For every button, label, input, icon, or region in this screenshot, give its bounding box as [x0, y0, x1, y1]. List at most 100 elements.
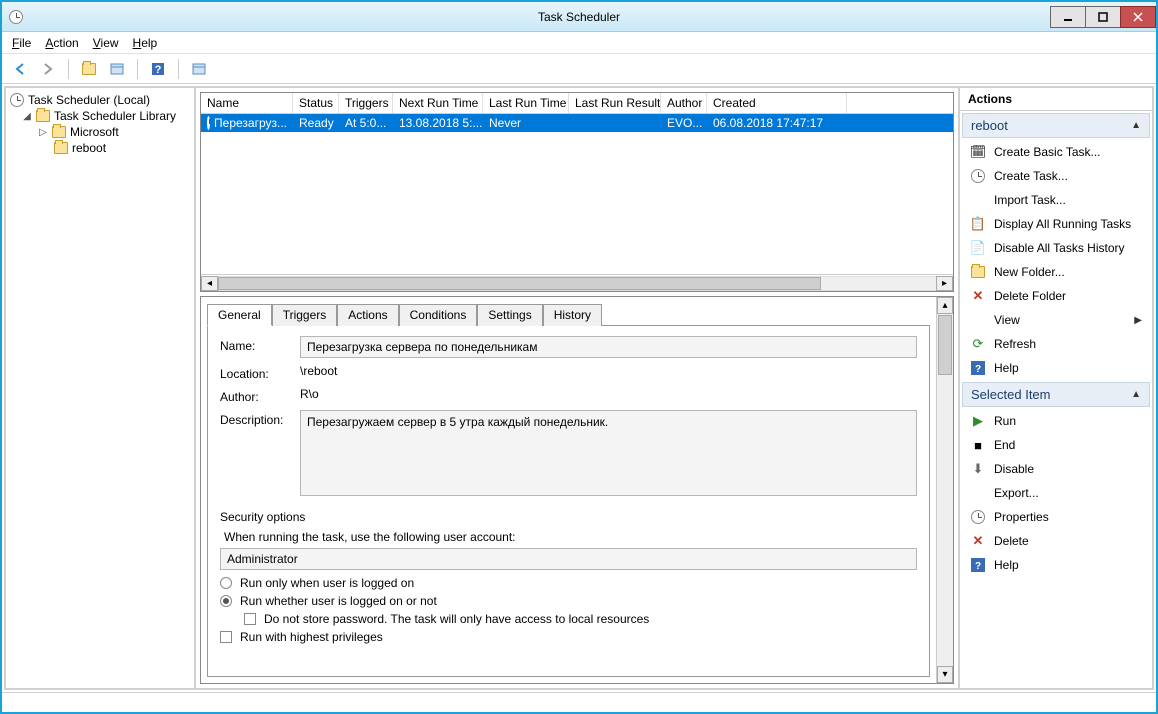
menu-action[interactable]: Action	[45, 36, 78, 50]
security-account-label: When running the task, use the following…	[224, 530, 917, 544]
scroll-left-icon[interactable]: ◂	[201, 276, 218, 291]
action-disable-history[interactable]: 📄Disable All Tasks History	[960, 236, 1152, 260]
scroll-track[interactable]	[937, 314, 953, 666]
highest-privileges-label: Run with highest privileges	[240, 630, 383, 644]
tab-conditions[interactable]: Conditions	[399, 304, 478, 326]
center-panel: Name Status Triggers Next Run Time Last …	[196, 88, 960, 688]
actions-section-selected[interactable]: Selected Item ▲	[962, 382, 1150, 407]
scroll-down-icon[interactable]: ▾	[937, 666, 953, 683]
tab-actions[interactable]: Actions	[337, 304, 398, 326]
action-help2[interactable]: ?Help	[960, 553, 1152, 577]
check-highest-privileges[interactable]: Run with highest privileges	[220, 630, 917, 644]
menu-view[interactable]: View	[93, 36, 119, 50]
tab-history[interactable]: History	[543, 304, 602, 326]
col-author[interactable]: Author	[661, 93, 707, 113]
task-row[interactable]: Перезагруз... Ready At 5:0... 13.08.2018…	[201, 114, 953, 132]
action-view[interactable]: View▶	[960, 308, 1152, 332]
tab-general[interactable]: General	[207, 304, 272, 326]
details-vscrollbar[interactable]: ▴ ▾	[936, 297, 953, 683]
action-delete[interactable]: ✕Delete	[960, 529, 1152, 553]
menu-help[interactable]: Help	[133, 36, 158, 50]
no-store-label: Do not store password. The task will onl…	[264, 612, 649, 626]
action-import-task[interactable]: Import Task...	[960, 188, 1152, 212]
toolbar-folder-button[interactable]	[77, 57, 101, 81]
action-disable[interactable]: ⬇Disable	[960, 457, 1152, 481]
chevron-up-icon: ▲	[1131, 120, 1141, 131]
action-properties[interactable]: Properties	[960, 505, 1152, 529]
checkbox-icon	[220, 631, 232, 643]
tab-general-page: Name: Перезагрузка сервера по понедельни…	[207, 325, 930, 677]
tree-microsoft[interactable]: ▷ Microsoft	[6, 124, 194, 140]
task-details: General Triggers Actions Conditions Sett…	[200, 296, 954, 684]
toolbar-help-button[interactable]: ?	[146, 57, 170, 81]
tab-settings[interactable]: Settings	[477, 304, 542, 326]
window-title: Task Scheduler	[2, 10, 1156, 24]
help-icon: ?	[970, 360, 986, 376]
radio-logged-on[interactable]: Run only when user is logged on	[220, 576, 917, 590]
task-list: Name Status Triggers Next Run Time Last …	[200, 92, 954, 292]
expand-icon[interactable]: ▷	[38, 127, 48, 138]
action-end[interactable]: ■End	[960, 433, 1152, 457]
col-last-run[interactable]: Last Run Time	[483, 93, 569, 113]
tree-reboot-label: reboot	[72, 141, 106, 155]
author-label: Author:	[220, 387, 300, 404]
radio-logged-on-or-not[interactable]: Run whether user is logged on or not	[220, 594, 917, 608]
refresh-icon: ⟳	[970, 336, 986, 352]
tab-triggers[interactable]: Triggers	[272, 304, 338, 326]
action-delete-folder[interactable]: ✕Delete Folder	[960, 284, 1152, 308]
folder-icon	[52, 126, 66, 138]
col-name[interactable]: Name	[201, 93, 293, 113]
col-next-run[interactable]: Next Run Time	[393, 93, 483, 113]
task-next-cell: 13.08.2018 5:...	[393, 114, 483, 132]
hscrollbar[interactable]: ◂ ▸	[201, 274, 953, 291]
scroll-right-icon[interactable]: ▸	[936, 276, 953, 291]
task-result-cell	[569, 114, 661, 132]
radio-icon	[220, 595, 232, 607]
tree-reboot[interactable]: reboot	[6, 140, 194, 156]
check-no-store-password[interactable]: Do not store password. The task will onl…	[244, 612, 917, 626]
action-create-basic-task[interactable]: 🗓Create Basic Task...	[960, 140, 1152, 164]
svg-text:?: ?	[975, 561, 981, 572]
actions-pane: Actions reboot ▲ 🗓Create Basic Task... C…	[960, 88, 1152, 688]
col-created[interactable]: Created	[707, 93, 847, 113]
back-button[interactable]	[8, 57, 32, 81]
action-run[interactable]: ▶Run	[960, 409, 1152, 433]
task-list-header: Name Status Triggers Next Run Time Last …	[201, 93, 953, 114]
name-value: Перезагрузка сервера по понедельникам	[300, 336, 917, 358]
blank-icon	[970, 312, 986, 328]
actions-section-reboot[interactable]: reboot ▲	[962, 113, 1150, 138]
help-icon: ?	[970, 557, 986, 573]
actions-section-selected-label: Selected Item	[971, 387, 1051, 402]
wizard-icon: 🗓	[970, 144, 986, 160]
action-refresh[interactable]: ⟳Refresh	[960, 332, 1152, 356]
tree-library[interactable]: ◢ Task Scheduler Library	[6, 108, 194, 124]
toolbar-panel2-button[interactable]	[187, 57, 211, 81]
details-tabs: General Triggers Actions Conditions Sett…	[207, 303, 930, 325]
blank-icon	[970, 192, 986, 208]
action-display-running[interactable]: 📋Display All Running Tasks	[960, 212, 1152, 236]
forward-button[interactable]	[36, 57, 60, 81]
main-body: Task Scheduler (Local) ◢ Task Scheduler …	[4, 86, 1154, 690]
action-new-folder[interactable]: New Folder...	[960, 260, 1152, 284]
action-create-task[interactable]: Create Task...	[960, 164, 1152, 188]
scroll-track[interactable]	[218, 276, 936, 291]
col-last-result[interactable]: Last Run Result	[569, 93, 661, 113]
actions-pane-title: Actions	[960, 88, 1152, 111]
nav-tree[interactable]: Task Scheduler (Local) ◢ Task Scheduler …	[6, 88, 196, 688]
tree-root[interactable]: Task Scheduler (Local)	[6, 92, 194, 108]
task-status-cell: Ready	[293, 114, 339, 132]
scroll-up-icon[interactable]: ▴	[937, 297, 953, 314]
collapse-icon[interactable]: ◢	[22, 111, 32, 122]
play-icon: ▶	[970, 413, 986, 429]
blank-icon	[970, 485, 986, 501]
col-triggers[interactable]: Triggers	[339, 93, 393, 113]
radio-logged-on-label: Run only when user is logged on	[240, 576, 414, 590]
tree-root-label: Task Scheduler (Local)	[28, 93, 150, 107]
folder-icon	[36, 110, 50, 122]
toolbar-panel1-button[interactable]	[105, 57, 129, 81]
name-label: Name:	[220, 336, 300, 353]
menu-file[interactable]: File	[12, 36, 31, 50]
action-export[interactable]: Export...	[960, 481, 1152, 505]
col-status[interactable]: Status	[293, 93, 339, 113]
action-help[interactable]: ?Help	[960, 356, 1152, 380]
